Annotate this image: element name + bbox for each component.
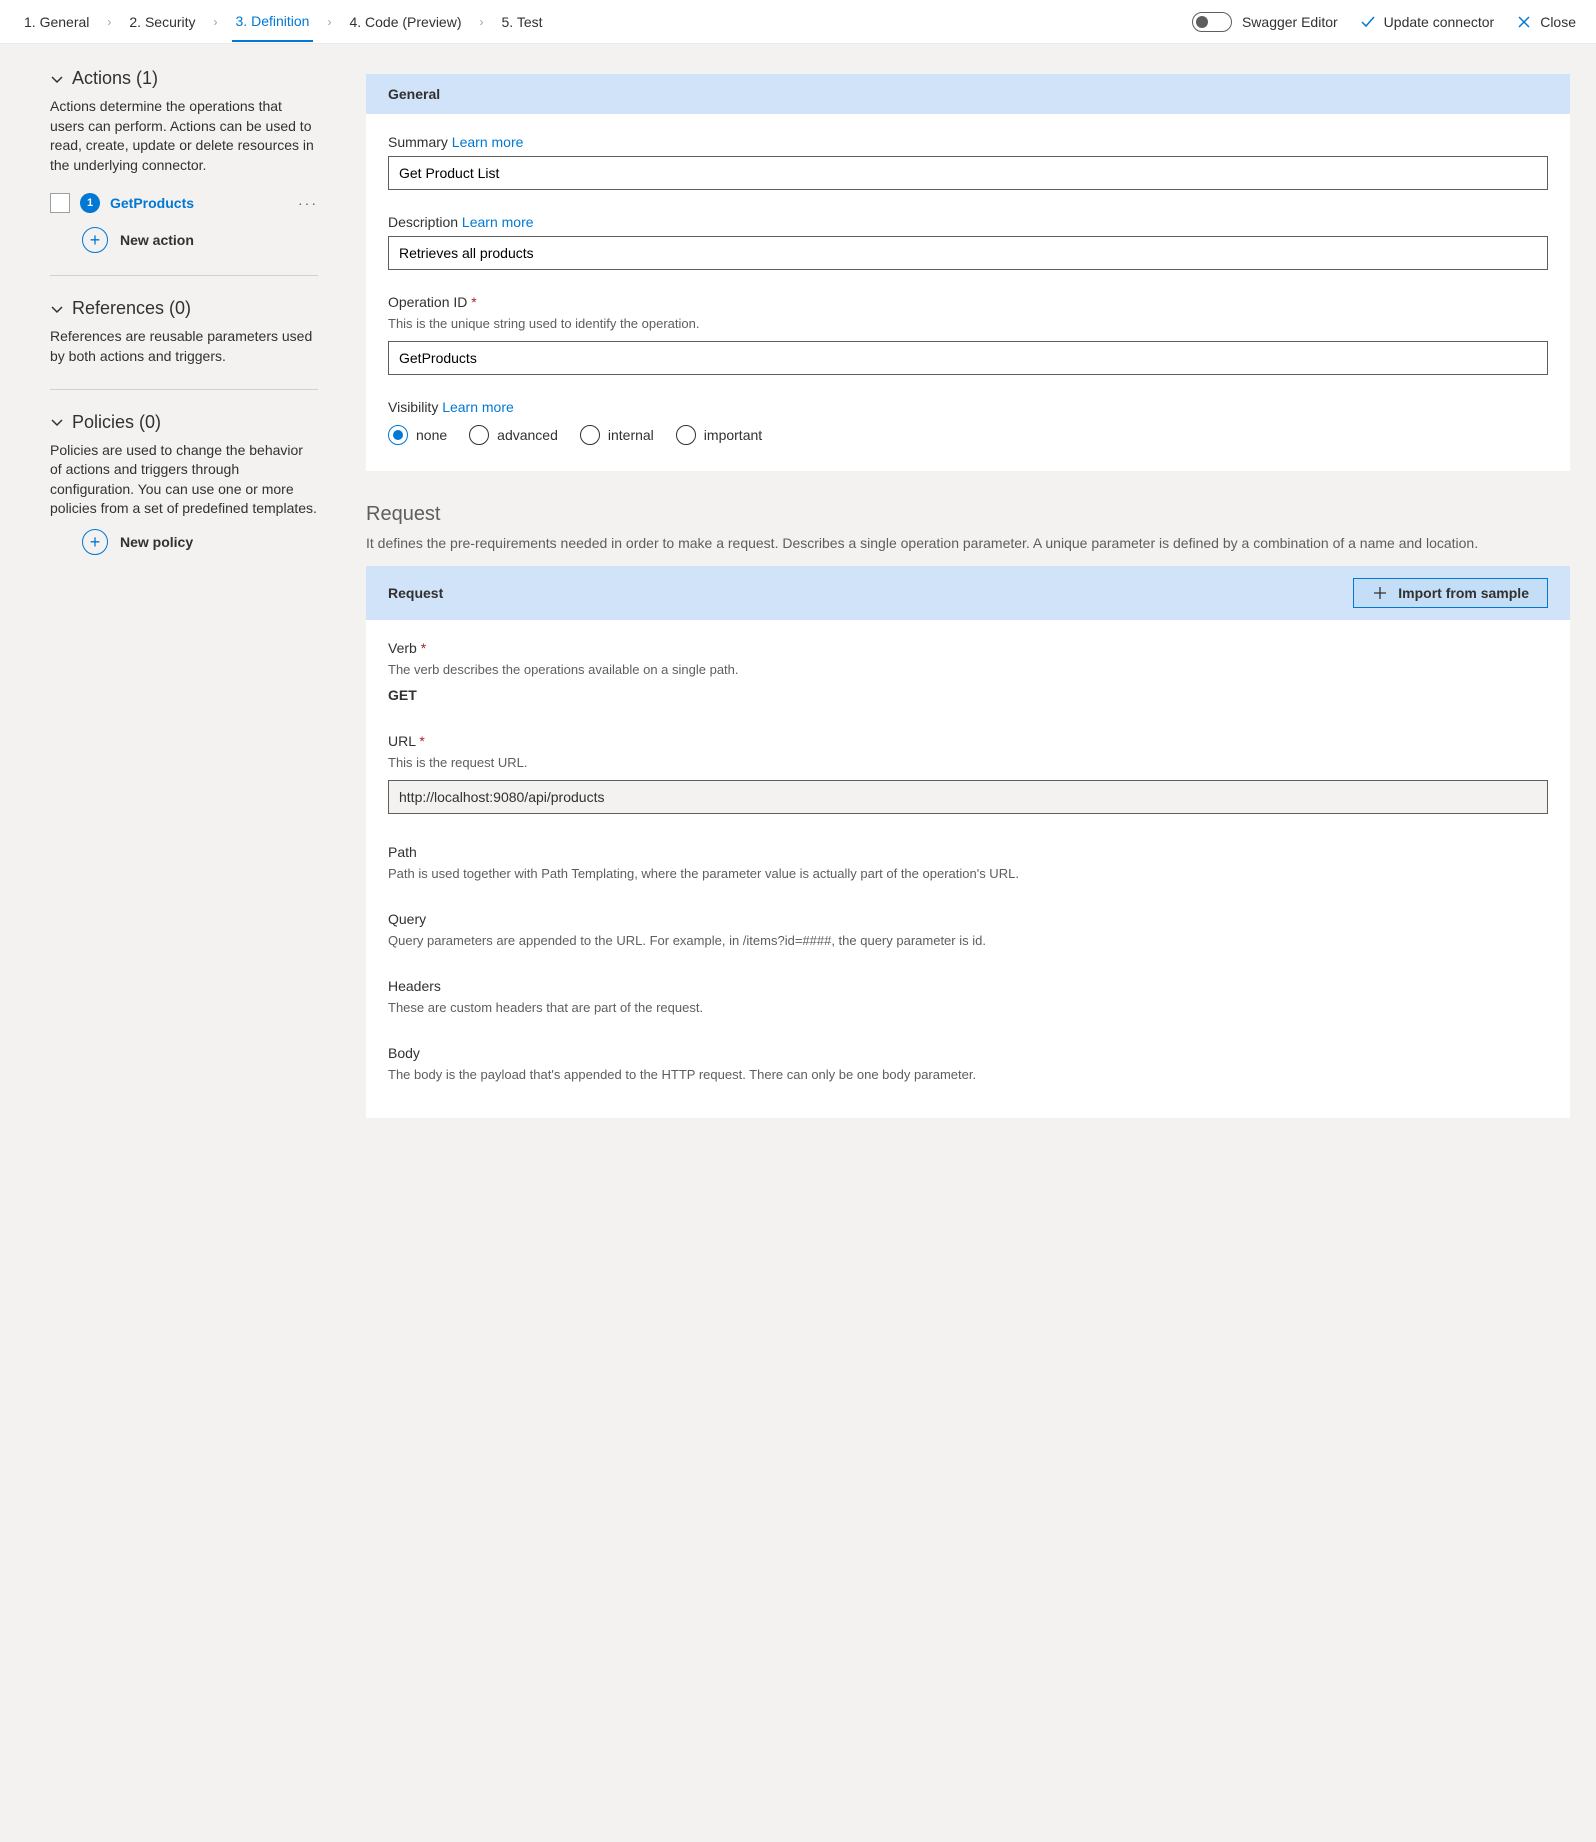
action-badge: 1 [80, 193, 100, 213]
swagger-label: Swagger Editor [1242, 14, 1338, 30]
chevron-right-icon: › [101, 15, 117, 29]
close-icon [1516, 14, 1532, 30]
top-bar: 1. General › 2. Security › 3. Definition… [0, 0, 1596, 44]
opid-input[interactable] [388, 341, 1548, 375]
close-button[interactable]: Close [1516, 14, 1576, 30]
description-learn-link[interactable]: Learn more [462, 214, 534, 230]
chevron-down-icon [50, 302, 64, 316]
step-general[interactable]: 1. General [20, 14, 93, 30]
verb-value: GET [388, 687, 1548, 703]
policies-desc: Policies are used to change the behavior… [50, 441, 318, 519]
url-label: URL [388, 733, 416, 749]
visibility-internal[interactable]: internal [580, 425, 654, 445]
references-desc: References are reusable parameters used … [50, 327, 318, 366]
update-connector-button[interactable]: Update connector [1360, 14, 1495, 30]
visibility-important[interactable]: important [676, 425, 762, 445]
visibility-label: Visibility [388, 399, 438, 415]
url-input[interactable] [388, 780, 1548, 814]
summary-input[interactable] [388, 156, 1548, 190]
query-label: Query [388, 911, 1548, 927]
step-code[interactable]: 4. Code (Preview) [345, 14, 465, 30]
chevron-down-icon [50, 415, 64, 429]
verb-help: The verb describes the operations availa… [388, 662, 1548, 677]
plus-icon [1372, 585, 1388, 601]
visibility-advanced[interactable]: advanced [469, 425, 558, 445]
visibility-none[interactable]: none [388, 425, 447, 445]
chevron-down-icon [50, 72, 64, 86]
actions-desc: Actions determine the operations that us… [50, 97, 318, 175]
swagger-toggle[interactable] [1192, 12, 1232, 32]
description-input[interactable] [388, 236, 1548, 270]
request-desc: It defines the pre-requirements needed i… [366, 534, 1570, 554]
body-help: The body is the payload that's appended … [388, 1067, 1548, 1082]
visibility-learn-link[interactable]: Learn more [442, 399, 514, 415]
references-header[interactable]: References (0) [50, 298, 318, 319]
new-action-button[interactable]: + New action [82, 227, 318, 253]
body-label: Body [388, 1045, 1548, 1061]
url-help: This is the request URL. [388, 755, 1548, 770]
actions-header[interactable]: Actions (1) [50, 68, 318, 89]
step-test[interactable]: 5. Test [498, 14, 547, 30]
chevron-right-icon: › [474, 15, 490, 29]
general-panel: General Summary Learn more Description L… [366, 74, 1570, 471]
main-content: General Summary Learn more Description L… [348, 44, 1596, 1210]
opid-help: This is the unique string used to identi… [388, 316, 1548, 331]
general-header: General [366, 74, 1570, 114]
step-definition[interactable]: 3. Definition [232, 2, 314, 42]
path-help: Path is used together with Path Templati… [388, 866, 1548, 881]
path-label: Path [388, 844, 1548, 860]
visibility-radios: none advanced internal important [388, 425, 1548, 445]
verb-label: Verb [388, 640, 417, 656]
action-checkbox[interactable] [50, 193, 70, 213]
headers-help: These are custom headers that are part o… [388, 1000, 1548, 1015]
sidebar: Actions (1) Actions determine the operat… [0, 44, 348, 1210]
action-name[interactable]: GetProducts [110, 195, 288, 211]
request-title: Request [366, 503, 1570, 526]
request-panel: Request Import from sample Verb * The ve… [366, 566, 1570, 1118]
policies-header[interactable]: Policies (0) [50, 412, 318, 433]
import-sample-button[interactable]: Import from sample [1353, 578, 1548, 608]
request-header: Request Import from sample [366, 566, 1570, 620]
check-icon [1360, 14, 1376, 30]
step-security[interactable]: 2. Security [125, 14, 199, 30]
opid-label: Operation ID [388, 294, 467, 310]
divider [50, 389, 318, 390]
query-help: Query parameters are appended to the URL… [388, 933, 1548, 948]
wizard-steps: 1. General › 2. Security › 3. Definition… [20, 2, 547, 41]
action-more-icon[interactable]: ··· [298, 195, 318, 211]
chevron-right-icon: › [321, 15, 337, 29]
chevron-right-icon: › [208, 15, 224, 29]
summary-label: Summary [388, 134, 448, 150]
new-policy-button[interactable]: + New policy [82, 529, 318, 555]
divider [50, 275, 318, 276]
headers-label: Headers [388, 978, 1548, 994]
summary-learn-link[interactable]: Learn more [452, 134, 524, 150]
plus-icon: + [82, 227, 108, 253]
description-label: Description [388, 214, 458, 230]
plus-icon: + [82, 529, 108, 555]
action-item[interactable]: 1 GetProducts ··· [50, 189, 318, 217]
